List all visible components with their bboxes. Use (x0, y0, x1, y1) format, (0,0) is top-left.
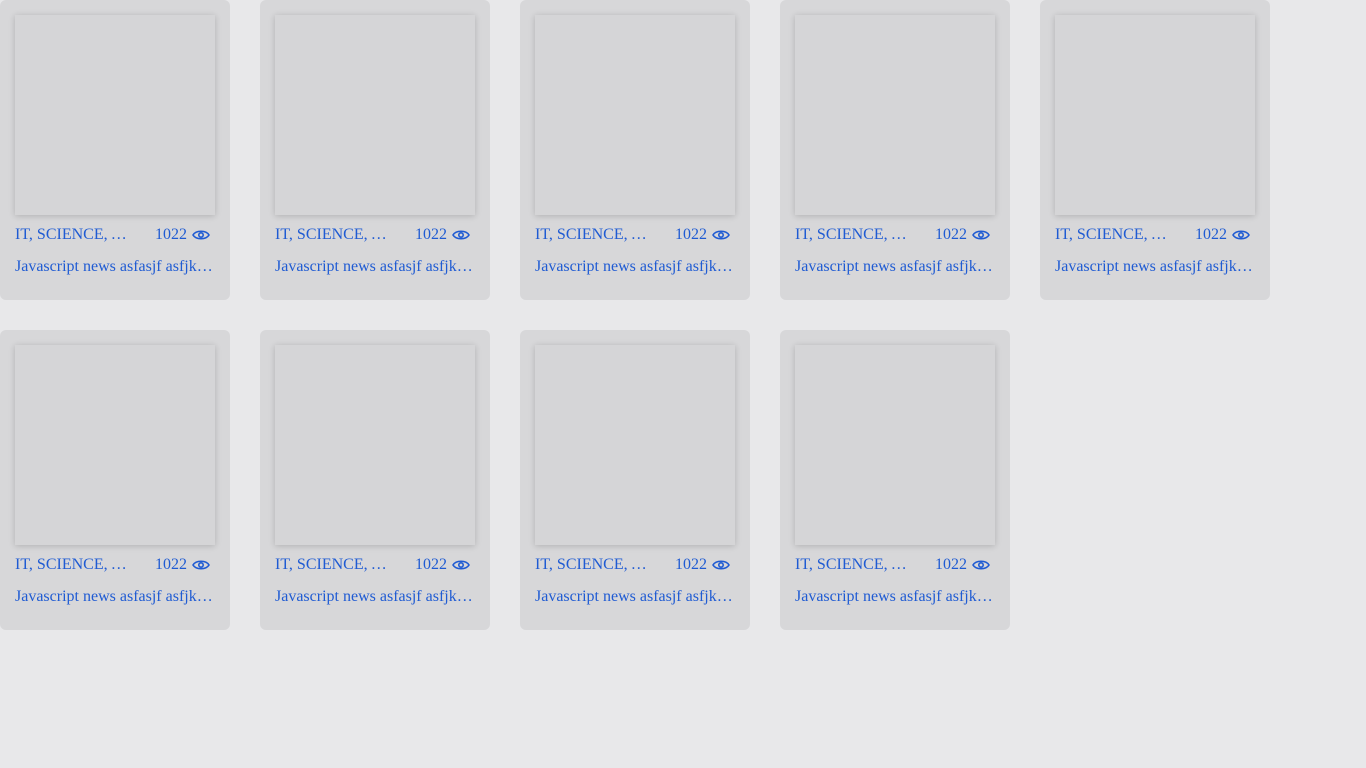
news-meta: IT, SCIENCE, ANIME 1022 (15, 556, 215, 574)
news-tags[interactable]: IT, SCIENCE, ANIME (795, 226, 910, 244)
news-thumbnail[interactable] (535, 15, 735, 215)
news-title[interactable]: Javascript news asfasjf asfjkasjfkasjf (15, 258, 215, 276)
eye-icon (191, 226, 211, 244)
news-title[interactable]: Javascript news asfasjf asfjkasjfkasjf (795, 258, 995, 276)
news-meta: IT, SCIENCE, ANIME 1022 (15, 226, 215, 244)
eye-icon (711, 226, 731, 244)
news-card[interactable]: IT, SCIENCE, ANIME 1022 Javascript news … (260, 330, 490, 630)
news-card[interactable]: IT, SCIENCE, ANIME 1022 Javascript news … (0, 330, 230, 630)
news-title[interactable]: Javascript news asfasjf asfjkasjfkasjf (795, 588, 995, 606)
news-thumbnail[interactable] (1055, 15, 1255, 215)
view-count: 1022 (675, 226, 707, 243)
eye-icon (971, 556, 991, 574)
news-tags[interactable]: IT, SCIENCE, ANIME (15, 226, 130, 244)
news-meta: IT, SCIENCE, ANIME 1022 (535, 226, 735, 244)
news-thumbnail[interactable] (15, 345, 215, 545)
view-count: 1022 (1195, 226, 1227, 243)
news-meta: IT, SCIENCE, ANIME 1022 (275, 226, 475, 244)
news-title[interactable]: Javascript news asfasjf asfjkasjfkasjf (275, 258, 475, 276)
news-meta: IT, SCIENCE, ANIME 1022 (275, 556, 475, 574)
eye-icon (451, 556, 471, 574)
news-card[interactable]: IT, SCIENCE, ANIME 1022 Javascript news … (260, 0, 490, 300)
view-count: 1022 (935, 556, 967, 573)
news-thumbnail[interactable] (275, 345, 475, 545)
news-tags[interactable]: IT, SCIENCE, ANIME (1055, 226, 1170, 244)
news-thumbnail[interactable] (795, 15, 995, 215)
news-tags[interactable]: IT, SCIENCE, ANIME (275, 556, 390, 574)
news-card[interactable]: IT, SCIENCE, ANIME 1022 Javascript news … (780, 0, 1010, 300)
view-count: 1022 (155, 226, 187, 243)
news-thumbnail[interactable] (535, 345, 735, 545)
news-thumbnail[interactable] (15, 15, 215, 215)
news-title[interactable]: Javascript news asfasjf asfjkasjfkasjf (535, 258, 735, 276)
eye-icon (451, 226, 471, 244)
view-count: 1022 (675, 556, 707, 573)
news-title[interactable]: Javascript news asfasjf asfjkasjfkasjf (275, 588, 475, 606)
news-tags[interactable]: IT, SCIENCE, ANIME (275, 226, 390, 244)
news-tags[interactable]: IT, SCIENCE, ANIME (535, 226, 650, 244)
news-card[interactable]: IT, SCIENCE, ANIME 1022 Javascript news … (520, 330, 750, 630)
news-title[interactable]: Javascript news asfasjf asfjkasjfkasjf (15, 588, 215, 606)
eye-icon (1231, 226, 1251, 244)
view-count: 1022 (155, 556, 187, 573)
view-count: 1022 (935, 226, 967, 243)
news-meta: IT, SCIENCE, ANIME 1022 (795, 226, 995, 244)
news-thumbnail[interactable] (275, 15, 475, 215)
news-tags[interactable]: IT, SCIENCE, ANIME (795, 556, 910, 574)
eye-icon (971, 226, 991, 244)
view-count: 1022 (415, 226, 447, 243)
news-meta: IT, SCIENCE, ANIME 1022 (1055, 226, 1255, 244)
news-title[interactable]: Javascript news asfasjf asfjkasjfkasjf (1055, 258, 1255, 276)
news-tags[interactable]: IT, SCIENCE, ANIME (15, 556, 130, 574)
eye-icon (191, 556, 211, 574)
news-card[interactable]: IT, SCIENCE, ANIME 1022 Javascript news … (1040, 0, 1270, 300)
news-tags[interactable]: IT, SCIENCE, ANIME (535, 556, 650, 574)
news-meta: IT, SCIENCE, ANIME 1022 (535, 556, 735, 574)
news-thumbnail[interactable] (795, 345, 995, 545)
view-count: 1022 (415, 556, 447, 573)
news-card[interactable]: IT, SCIENCE, ANIME 1022 Javascript news … (520, 0, 750, 300)
news-card[interactable]: IT, SCIENCE, ANIME 1022 Javascript news … (0, 0, 230, 300)
eye-icon (711, 556, 731, 574)
news-card-grid: IT, SCIENCE, ANIME 1022 Javascript news … (0, 0, 1366, 630)
news-title[interactable]: Javascript news asfasjf asfjkasjfkasjf (535, 588, 735, 606)
news-card[interactable]: IT, SCIENCE, ANIME 1022 Javascript news … (780, 330, 1010, 630)
news-meta: IT, SCIENCE, ANIME 1022 (795, 556, 995, 574)
